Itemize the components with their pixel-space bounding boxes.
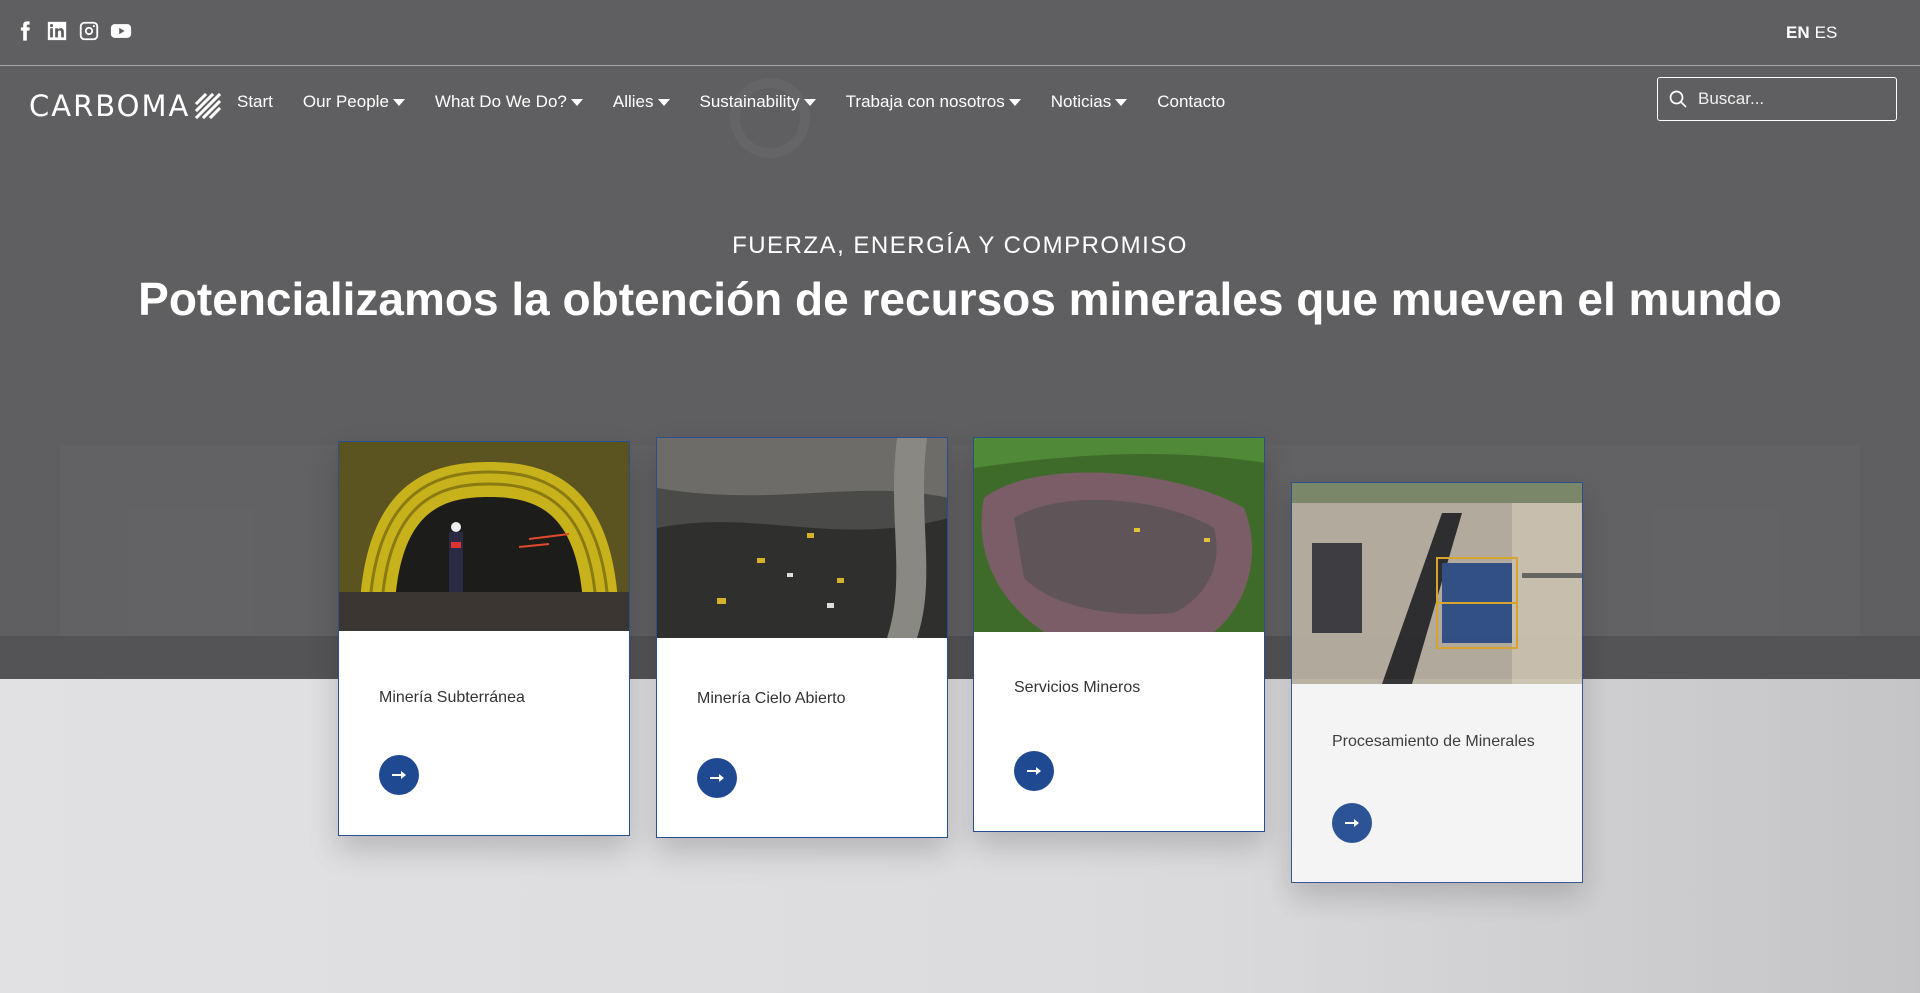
nav-label: Our People	[302, 92, 389, 111]
lang-es[interactable]: ES	[1815, 23, 1838, 43]
caret-down-icon	[1115, 99, 1128, 106]
card-arrow-button[interactable]	[379, 755, 419, 795]
instagram-icon[interactable]	[78, 20, 100, 42]
nav-label: What Do We Do?	[434, 92, 567, 111]
service-card[interactable]: Servicios Mineros	[973, 437, 1265, 832]
arrow-right-icon	[1345, 819, 1359, 827]
nav-what-do-we-do[interactable]: What Do We Do?	[435, 92, 583, 112]
nav-label: Allies	[612, 92, 654, 111]
logo-mark-icon	[195, 92, 222, 120]
search-box	[1657, 77, 1897, 121]
card-arrow-button[interactable]	[1332, 803, 1372, 843]
top-bar: EN ES	[0, 0, 1920, 66]
nav-trabaja-con-nosotros[interactable]: Trabaja con nosotros	[846, 92, 1021, 112]
linkedin-icon[interactable]	[46, 20, 68, 42]
aerial-mining-site-photo	[974, 438, 1264, 632]
service-card[interactable]: Minería Subterránea	[338, 441, 630, 836]
card-arrow-button[interactable]	[697, 758, 737, 798]
social-links	[14, 20, 132, 42]
youtube-icon[interactable]	[110, 20, 132, 42]
nav-noticias[interactable]: Noticias	[1050, 92, 1128, 112]
nav-allies[interactable]: Allies	[613, 92, 670, 112]
hero-bottom-band	[0, 636, 1920, 679]
card-title: Servicios Mineros	[1014, 679, 1141, 696]
service-card[interactable]: Procesamiento de Minerales	[1291, 482, 1583, 883]
caret-down-icon	[1008, 99, 1021, 106]
service-card[interactable]: Minería Cielo Abierto	[656, 437, 948, 838]
ghost-watermark	[730, 78, 810, 158]
language-switcher: EN ES	[1786, 23, 1837, 43]
facebook-icon[interactable]	[14, 20, 36, 42]
card-title: Procesamiento de Minerales	[1332, 733, 1535, 750]
carboma-logo[interactable]: CARBOMA	[29, 89, 222, 123]
nav-sustainability[interactable]: Sustainability	[700, 92, 816, 112]
nav-label: Noticias	[1050, 92, 1112, 111]
nav-label: Trabaja con nosotros	[845, 92, 1005, 111]
search-input[interactable]	[1698, 89, 1878, 109]
hero-eyebrow: FUERZA, ENERGÍA Y COMPROMISO	[732, 232, 1188, 259]
open-pit-mine-photo	[657, 438, 947, 638]
mineral-processing-plant-photo	[1292, 483, 1582, 684]
nav-label: Start	[237, 92, 273, 111]
nav-our-people[interactable]: Our People	[303, 92, 405, 112]
lang-en[interactable]: EN	[1786, 23, 1810, 43]
caret-down-icon	[570, 99, 583, 106]
underground-tunnel-photo	[339, 442, 629, 631]
arrow-right-icon	[392, 771, 406, 779]
nav-contacto[interactable]: Contacto	[1157, 92, 1225, 112]
main-nav: Start Our People What Do We Do? Allies S…	[237, 92, 1255, 112]
hero-headline: Potencializamos la obtención de recursos…	[138, 273, 1782, 325]
caret-down-icon	[657, 99, 670, 106]
card-title: Minería Cielo Abierto	[697, 690, 846, 707]
arrow-right-icon	[710, 774, 724, 782]
nav-label: Contacto	[1157, 92, 1226, 111]
logo-text: CARBOMA	[29, 89, 191, 123]
card-arrow-button[interactable]	[1014, 751, 1054, 791]
search-icon	[1669, 90, 1687, 108]
caret-down-icon	[392, 99, 405, 106]
caret-down-icon	[803, 99, 816, 106]
card-title: Minería Subterránea	[379, 689, 525, 706]
nav-label: Sustainability	[699, 92, 800, 111]
arrow-right-icon	[1027, 767, 1041, 775]
nav-start[interactable]: Start	[237, 92, 273, 112]
